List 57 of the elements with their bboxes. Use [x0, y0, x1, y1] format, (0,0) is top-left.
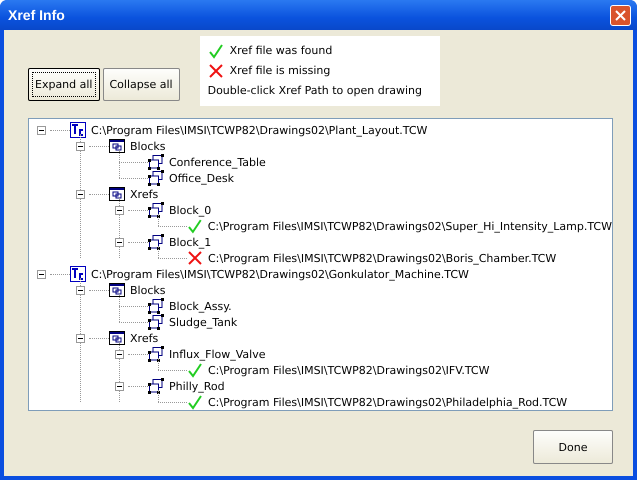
group-icon [109, 283, 125, 297]
close-button[interactable] [610, 4, 631, 26]
group-icon [109, 139, 125, 153]
tree-item[interactable]: C:\Program Files\IMSI\TCWP82\Drawings02\Gonkulator_Machine.TCW [91, 268, 469, 280]
group-icon [109, 187, 125, 201]
cross-icon [208, 62, 224, 78]
tree-item[interactable]: Philly_Rod [169, 380, 225, 392]
checkmark-icon [187, 218, 203, 234]
block-icon [148, 202, 164, 218]
xref-path[interactable]: C:\Program Files\IMSI\TCWP82\Drawings02\Philadelphia_Rod.TCW [208, 396, 568, 408]
tree-item[interactable]: Block_0 [169, 204, 212, 216]
tree-item[interactable]: Blocks [130, 140, 166, 152]
block-icon [148, 170, 164, 186]
tree-item[interactable]: Office_Desk [169, 172, 234, 184]
xref-path[interactable]: C:\Program Files\IMSI\TCWP82\Drawings02\IFV.TCW [208, 364, 490, 376]
legend-text: Xref file was found [230, 44, 332, 57]
legend-text: Double-click Xref Path to open drawing [208, 84, 422, 97]
legend-text: Xref file is missing [230, 64, 330, 77]
tree-item[interactable]: Block_Assy. [169, 300, 232, 312]
block-icon [148, 378, 164, 394]
xref-path[interactable]: C:\Program Files\IMSI\TCWP82\Drawings02\Super_Hi_Intensity_Lamp.TCW [208, 220, 612, 232]
collapse-toggle[interactable] [114, 238, 124, 246]
close-icon [615, 10, 626, 20]
block-icon [148, 154, 164, 170]
drawing-file-icon [70, 122, 86, 138]
collapse-toggle[interactable] [76, 286, 84, 294]
checkmark-icon [187, 394, 203, 410]
xref-path[interactable]: C:\Program Files\IMSI\TCWP82\Drawings02\Boris_Chamber.TCW [208, 252, 556, 264]
tree-item[interactable]: Blocks [130, 284, 166, 296]
done-button[interactable]: Done [533, 430, 613, 464]
tree-item[interactable]: Xrefs [130, 188, 158, 200]
block-icon [148, 298, 164, 314]
tree-item[interactable]: Xrefs [130, 332, 158, 344]
block-icon [148, 346, 164, 362]
block-icon [148, 234, 164, 250]
tree-item[interactable]: Block_1 [169, 236, 212, 248]
collapse-toggle[interactable] [114, 382, 124, 390]
collapse-toggle[interactable] [36, 126, 46, 134]
tree-item[interactable]: Conference_Table [169, 156, 266, 168]
checkmark-icon [208, 42, 224, 58]
tree-item[interactable]: C:\Program Files\IMSI\TCWP82\Drawings02\Plant_Layout.TCW [91, 124, 428, 136]
collapse-toggle[interactable] [114, 206, 124, 214]
cross-icon [187, 250, 203, 266]
drawing-file-icon [70, 266, 86, 282]
collapse-all-button[interactable]: Collapse all [102, 68, 180, 101]
group-icon [109, 331, 125, 345]
expand-all-button[interactable]: Expand all [28, 68, 100, 101]
block-icon [148, 314, 164, 330]
collapse-toggle[interactable] [114, 350, 124, 358]
window-title: Xref Info [8, 7, 65, 23]
collapse-toggle[interactable] [76, 334, 84, 342]
collapse-toggle[interactable] [76, 142, 84, 150]
tree-item[interactable]: Sludge_Tank [169, 316, 238, 328]
checkmark-icon [187, 362, 203, 378]
tree-item[interactable]: Influx_Flow_Valve [169, 348, 266, 360]
collapse-toggle[interactable] [76, 190, 84, 198]
collapse-toggle[interactable] [36, 270, 46, 278]
